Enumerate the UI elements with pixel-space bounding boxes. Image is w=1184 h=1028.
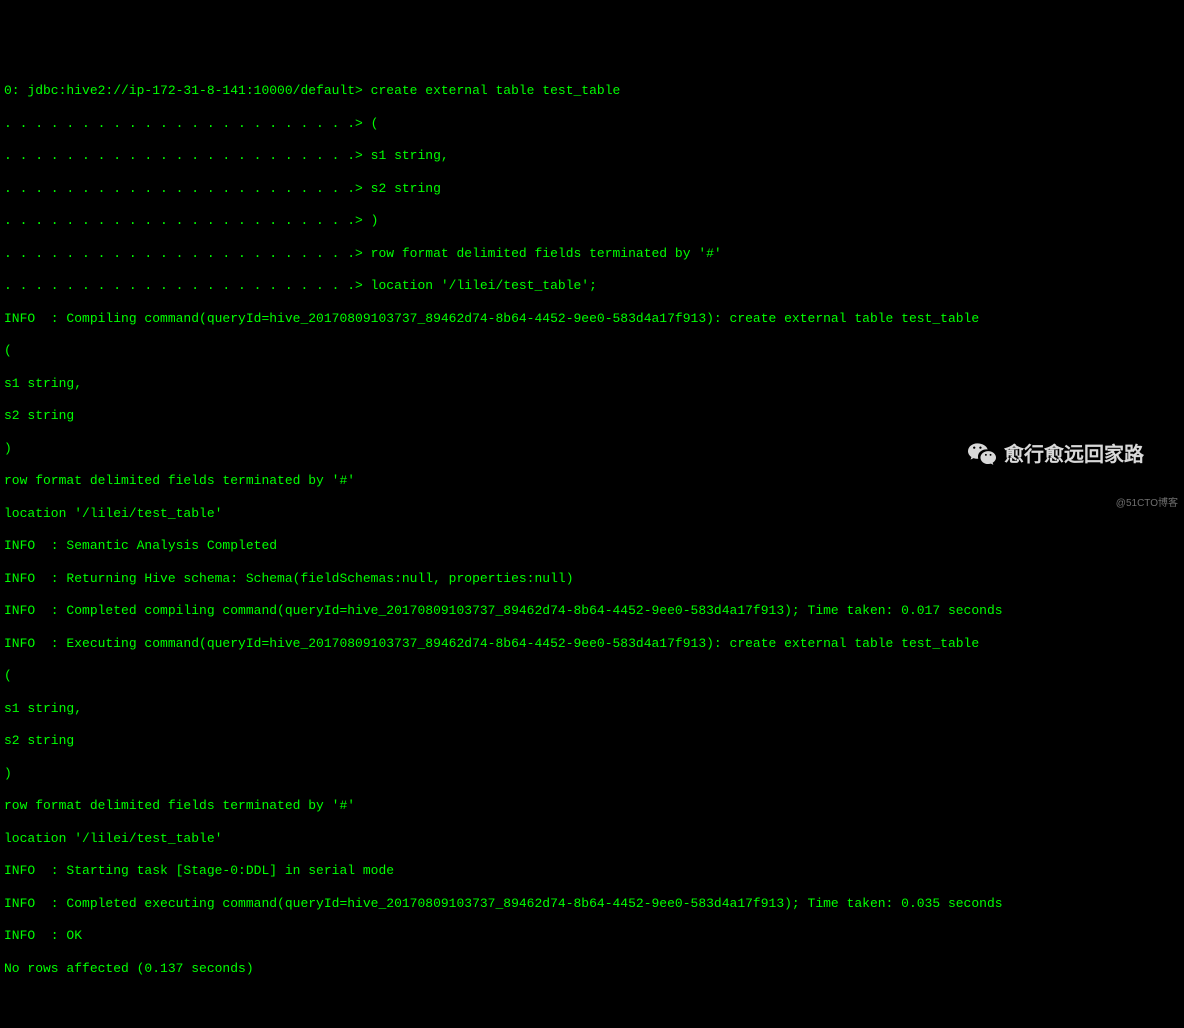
terminal-line: . . . . . . . . . . . . . . . . . . . . … xyxy=(4,246,1180,262)
terminal-line: row format delimited fields terminated b… xyxy=(4,473,1180,489)
terminal-line: INFO : OK xyxy=(4,928,1180,944)
terminal-line: s1 string, xyxy=(4,701,1180,717)
terminal-line: ( xyxy=(4,343,1180,359)
terminal-line: INFO : Compiling command(queryId=hive_20… xyxy=(4,311,1180,327)
terminal-line: . . . . . . . . . . . . . . . . . . . . … xyxy=(4,116,1180,132)
terminal-line: INFO : Completed executing command(query… xyxy=(4,896,1180,912)
terminal-line: 0: jdbc:hive2://ip-172-31-8-141:10000/de… xyxy=(4,83,1180,99)
terminal-line: INFO : Completed compiling command(query… xyxy=(4,603,1180,619)
terminal-line: location '/lilei/test_table' xyxy=(4,831,1180,847)
terminal-line: INFO : Executing command(queryId=hive_20… xyxy=(4,636,1180,652)
terminal-line: row format delimited fields terminated b… xyxy=(4,798,1180,814)
terminal-output[interactable]: 0: jdbc:hive2://ip-172-31-8-141:10000/de… xyxy=(4,67,1180,993)
terminal-line: INFO : Semantic Analysis Completed xyxy=(4,538,1180,554)
terminal-line: ) xyxy=(4,766,1180,782)
terminal-line: No rows affected (0.137 seconds) xyxy=(4,961,1180,977)
terminal-line: . . . . . . . . . . . . . . . . . . . . … xyxy=(4,213,1180,229)
terminal-line: ) xyxy=(4,441,1180,457)
terminal-line: . . . . . . . . . . . . . . . . . . . . … xyxy=(4,181,1180,197)
terminal-line: s2 string xyxy=(4,408,1180,424)
terminal-line: . . . . . . . . . . . . . . . . . . . . … xyxy=(4,148,1180,164)
terminal-line: s2 string xyxy=(4,733,1180,749)
terminal-line: INFO : Starting task [Stage-0:DDL] in se… xyxy=(4,863,1180,879)
terminal-line: . . . . . . . . . . . . . . . . . . . . … xyxy=(4,278,1180,294)
terminal-line: ( xyxy=(4,668,1180,684)
terminal-line: s1 string, xyxy=(4,376,1180,392)
terminal-line: INFO : Returning Hive schema: Schema(fie… xyxy=(4,571,1180,587)
